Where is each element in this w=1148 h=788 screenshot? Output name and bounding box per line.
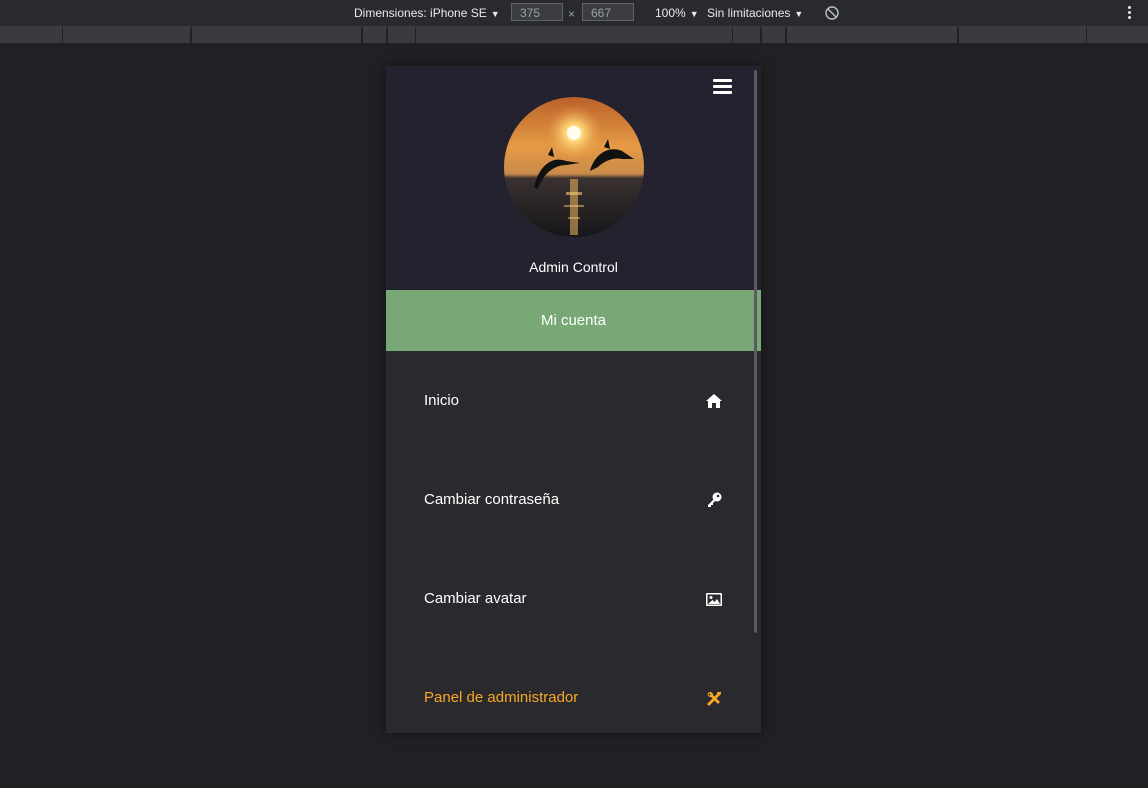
username: Admin Control [529,259,618,275]
dimension-separator: × [568,7,576,21]
more-vert-icon[interactable] [1126,4,1132,22]
device-dimensions-dropdown[interactable]: Dimensiones: iPhone SE ▼ [354,0,500,26]
chevron-down-icon: ▼ [689,9,699,19]
scrollbar[interactable] [754,70,757,633]
media-query-segment[interactable] [760,27,787,43]
key-icon [708,492,722,507]
home-icon [706,394,722,408]
avatar [504,97,644,237]
menu-item-inicio[interactable]: Inicio [386,391,761,490]
menu-item-label: Cambiar contraseña [424,491,560,508]
throttling-value: Sin limitaciones [707,6,791,20]
media-query-segment[interactable] [386,27,416,43]
rotate-icon[interactable] [824,5,840,21]
device-dimensions-label: Dimensiones: iPhone SE [354,6,487,20]
menu-icon[interactable] [713,79,732,95]
menu-item-label: Inicio [424,392,460,409]
throttling-dropdown[interactable]: Sin limitaciones ▼ [707,0,803,26]
chevron-down-icon: ▼ [490,9,500,19]
menu-item-cambiar-avatar[interactable]: Cambiar avatar [386,589,761,688]
device-toolbar: Dimensiones: iPhone SE ▼ 375 × 667 100% ▼ … [0,0,1148,27]
media-query-segment[interactable] [785,27,959,43]
media-query-segment[interactable] [190,27,363,43]
image-icon [706,593,722,606]
media-query-segment[interactable] [62,27,192,43]
device-viewport: Admin Control Mi cuenta Inicio Cambiar c… [386,66,761,733]
device-width-input[interactable]: 375 [511,3,563,21]
chevron-down-icon: ▼ [794,9,804,19]
media-query-bar [0,27,1148,44]
avatar-image [504,97,644,237]
zoom-value: 100% [655,6,686,20]
menu-item-label: Cambiar avatar [424,590,527,607]
media-query-segment[interactable] [361,27,388,43]
media-query-segment[interactable] [957,27,1087,43]
menu-item-panel-administrador[interactable]: Panel de administrador [386,688,761,733]
zoom-dropdown[interactable]: 100% ▼ [655,0,699,26]
device-height-input[interactable]: 667 [582,3,634,21]
menu-item-cambiar-contrasena[interactable]: Cambiar contraseña [386,490,761,589]
tools-icon [707,691,721,706]
menu-item-label: Panel de administrador [424,689,579,706]
profile-header: Admin Control [386,66,761,290]
my-account-button[interactable]: Mi cuenta [386,290,761,351]
media-query-segment[interactable] [732,27,762,43]
